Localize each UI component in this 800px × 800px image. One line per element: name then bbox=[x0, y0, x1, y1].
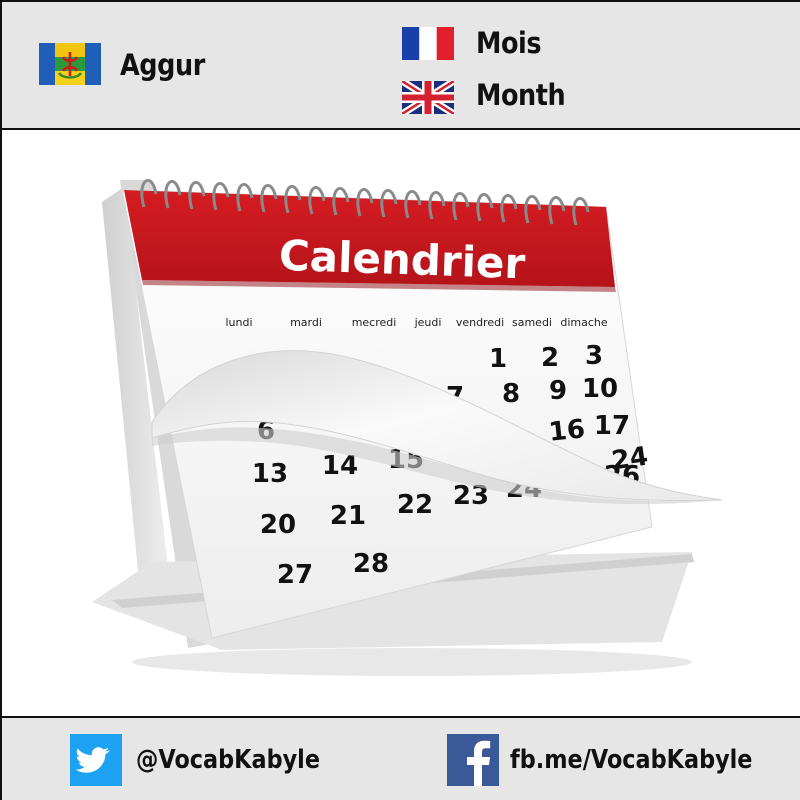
date-21: 21 bbox=[330, 501, 366, 531]
desk-calendar-image: Calendrier lundi mardi mecredi jeudi ven… bbox=[92, 179, 723, 676]
date-22: 22 bbox=[397, 490, 433, 520]
twitter-handle[interactable]: @VocabKabyle bbox=[136, 745, 320, 775]
weekday-mardi: mardi bbox=[290, 316, 322, 329]
date-10: 10 bbox=[582, 374, 618, 404]
date-9: 9 bbox=[549, 376, 567, 406]
calendar-title: Calendrier bbox=[278, 231, 526, 289]
date-28: 28 bbox=[353, 549, 389, 579]
header: Aggur Mois Month bbox=[2, 2, 800, 130]
date-16: 16 bbox=[547, 414, 586, 448]
weekday-samedi: samedi bbox=[512, 316, 552, 329]
date-17: 17 bbox=[594, 411, 630, 441]
date-13: 13 bbox=[252, 459, 288, 489]
facebook-link[interactable]: fb.me/VocabKabyle bbox=[510, 745, 752, 775]
date-8: 8 bbox=[502, 379, 520, 409]
date-20: 20 bbox=[260, 510, 296, 540]
facebook-icon[interactable] bbox=[447, 734, 499, 786]
card-frame: Aggur Mois Month Calendrier lundi mardi … bbox=[0, 0, 800, 800]
date-3: 3 bbox=[585, 341, 603, 371]
footer: @VocabKabyle fb.me/VocabKabyle bbox=[2, 716, 800, 800]
french-flag-icon bbox=[402, 27, 454, 60]
date-2: 2 bbox=[541, 343, 559, 373]
weekday-vendredi: vendredi bbox=[456, 316, 504, 329]
date-27: 27 bbox=[277, 560, 313, 590]
kabyle-flag-icon bbox=[39, 43, 101, 85]
weekday-jeudi: jeudi bbox=[414, 316, 442, 329]
uk-flag-icon bbox=[402, 81, 454, 114]
calendar-illustration: Calendrier lundi mardi mecredi jeudi ven… bbox=[2, 130, 800, 716]
kabyle-word: Aggur bbox=[120, 48, 205, 82]
weekday-dimache: dimache bbox=[560, 316, 608, 329]
date-1: 1 bbox=[489, 344, 507, 374]
weekday-lundi: lundi bbox=[225, 316, 252, 329]
twitter-icon[interactable] bbox=[70, 734, 122, 786]
weekday-mecredi: mecredi bbox=[352, 316, 397, 329]
french-word: Mois bbox=[476, 26, 542, 60]
english-word: Month bbox=[476, 78, 566, 112]
